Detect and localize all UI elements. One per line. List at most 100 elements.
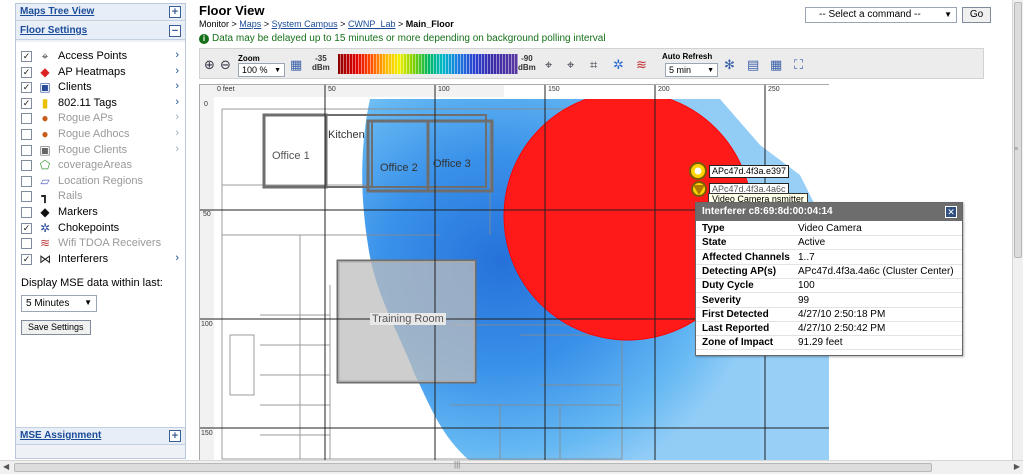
save-settings-button[interactable]: Save Settings	[21, 320, 91, 335]
scroll-grip-icon: |||	[454, 460, 461, 469]
auto-refresh-select[interactable]: 5 min ▼	[665, 63, 718, 77]
layer-label: Rogue APs	[58, 112, 114, 125]
maps-tree-view-header[interactable]: Maps Tree View +	[16, 4, 185, 21]
go-button[interactable]: Go	[962, 7, 991, 23]
layer-checkbox[interactable]: ✓	[21, 222, 32, 234]
region-icon: ▱	[40, 173, 50, 188]
layer-coverageareas[interactable]: ⬠ coverageAreas	[21, 158, 183, 173]
mse-assignment-link[interactable]: MSE Assignment	[20, 430, 101, 441]
vertical-scrollbar[interactable]: ≡	[1012, 0, 1023, 460]
chokepoint-filter-icon[interactable]: ✲	[613, 57, 624, 73]
layer-rails[interactable]: ┓ Rails	[21, 189, 183, 204]
layer-rogue-aps[interactable]: ● Rogue APs ›	[21, 111, 183, 126]
layer-checkbox[interactable]: ✓	[21, 253, 32, 265]
scroll-left-icon[interactable]: ◀	[3, 462, 9, 471]
layer-location-regions[interactable]: ▱ Location Regions	[21, 174, 183, 189]
rogue-filter-icon[interactable]: ≋	[636, 57, 647, 73]
layer-rogue-clients[interactable]: ▣ Rogue Clients ›	[21, 143, 183, 158]
breadcrumb-maps[interactable]: Maps	[239, 19, 261, 29]
layer-checkbox[interactable]	[21, 191, 32, 203]
dropdown-arrow-icon: ▼	[944, 10, 952, 19]
popup-row-value: 4/27/10 2:50:42 PM	[798, 323, 886, 335]
layer-checkbox[interactable]	[21, 160, 32, 172]
layer-checkbox[interactable]	[21, 113, 32, 125]
refresh-icon[interactable]: ✻	[724, 57, 735, 73]
client-filter-icon[interactable]: ⌖	[567, 57, 574, 73]
export-icon[interactable]: ▦	[770, 57, 782, 73]
popup-row: Detecting AP(s) APc47d.4f3a.4a6c (Cluster…	[696, 265, 962, 279]
layer-checkbox[interactable]	[21, 238, 32, 250]
chevron-right-icon[interactable]: ›	[175, 127, 179, 139]
breadcrumb-campus[interactable]: System Campus	[272, 19, 338, 29]
layer-rogue-adhocs[interactable]: ● Rogue Adhocs ›	[21, 127, 183, 142]
layer-checkbox[interactable]: ✓	[21, 82, 32, 94]
mse-timeframe-select[interactable]: 5 Minutes ▼	[21, 295, 97, 312]
chevron-right-icon[interactable]: ›	[175, 143, 179, 155]
auto-refresh-label: Auto Refresh	[662, 52, 713, 61]
layer-checkbox[interactable]	[21, 144, 32, 156]
collapse-icon[interactable]: −	[169, 25, 181, 37]
zoom-out-icon[interactable]: ⊖	[220, 57, 231, 73]
horizontal-scrollbar[interactable]: ◀ ||| ▶	[0, 460, 1023, 474]
layer-markers[interactable]: ◆ Markers	[21, 205, 183, 220]
zoom-label: Zoom	[238, 54, 260, 63]
vertical-scroll-thumb[interactable]	[1014, 2, 1022, 258]
expand-icon[interactable]: +	[169, 6, 181, 18]
chevron-right-icon[interactable]: ›	[175, 96, 179, 108]
chevron-right-icon[interactable]: ›	[175, 65, 179, 77]
layer-ap-heatmaps[interactable]: ✓ ◆ AP Heatmaps ›	[21, 65, 183, 80]
scroll-right-icon[interactable]: ▶	[1014, 462, 1020, 471]
popup-row-value: APc47d.4f3a.4a6c (Cluster Center)	[798, 265, 954, 277]
layer-clients[interactable]: ✓ ▣ Clients ›	[21, 80, 183, 95]
fullscreen-icon[interactable]: ⛶	[794, 57, 803, 73]
chevron-right-icon[interactable]: ›	[175, 80, 179, 92]
command-select[interactable]: -- Select a command -- ▼	[805, 7, 957, 23]
heatmap-icon: ◆	[40, 64, 50, 79]
mse-assignment-header[interactable]: MSE Assignment +	[16, 428, 185, 445]
popup-row-key: Type	[702, 223, 725, 234]
floor-settings-header[interactable]: Floor Settings −	[16, 23, 185, 40]
maps-tree-view-link[interactable]: Maps Tree View	[20, 6, 94, 17]
popup-row-key: Last Reported	[702, 323, 770, 335]
layer-chokepoints[interactable]: ✓ ✲ Chokepoints	[21, 221, 183, 236]
ruler-y-label: 100	[201, 321, 213, 328]
horizontal-scroll-thumb[interactable]	[14, 463, 932, 472]
zoom-in-icon[interactable]: ⊕	[204, 57, 215, 73]
expand-icon[interactable]: +	[169, 430, 181, 442]
tag-filter-icon[interactable]: ⌗	[590, 57, 597, 73]
layer-checkbox[interactable]	[21, 207, 32, 218]
layer-802-11-tags[interactable]: ✓ ▮ 802.11 Tags ›	[21, 96, 183, 111]
ap-marker-e397[interactable]	[689, 162, 707, 180]
grid-icon[interactable]: ▦	[290, 57, 302, 73]
chevron-right-icon[interactable]: ›	[175, 252, 179, 264]
layer-checkbox[interactable]: ✓	[21, 97, 32, 109]
ap-label-e397[interactable]: APc47d.4f3a.e397	[709, 165, 790, 178]
close-icon[interactable]: ✕	[945, 206, 957, 218]
layer-checkbox[interactable]	[21, 175, 32, 187]
ruler-x-label: 50	[328, 86, 336, 93]
breadcrumb-lab[interactable]: CWNP_Lab	[348, 19, 396, 29]
zoom-value: 100 %	[242, 65, 268, 75]
mse-display-label: Display MSE data within last:	[21, 277, 163, 289]
print-icon[interactable]: ▤	[747, 57, 759, 73]
ap-icon: ⌖	[41, 49, 49, 63]
chevron-right-icon[interactable]: ›	[175, 111, 179, 123]
zoom-select[interactable]: 100 % ▼	[238, 63, 285, 77]
layer-checkbox[interactable]	[21, 129, 32, 140]
layer-checkbox[interactable]: ✓	[21, 66, 32, 78]
layer-checkbox[interactable]: ✓	[21, 51, 32, 62]
floor-settings-link[interactable]: Floor Settings	[20, 25, 87, 36]
layer-access-points[interactable]: ✓ ⌖ Access Points ›	[21, 49, 183, 64]
layer-label: AP Heatmaps	[58, 65, 126, 78]
chevron-right-icon[interactable]: ›	[175, 49, 179, 61]
room-label-training: Training Room	[370, 313, 446, 325]
layer-label: Rogue Clients	[58, 143, 128, 156]
ap-marker-4a6c[interactable]	[691, 181, 707, 197]
layer-label: Rogue Adhocs	[58, 128, 130, 140]
layer-interferers[interactable]: ✓ ⋈ Interferers ›	[21, 252, 183, 267]
room-label-office3: Office 3	[433, 158, 471, 170]
popup-row-key: Zone of Impact	[702, 337, 774, 349]
layer-wifi-tdoa-receivers[interactable]: ≋ Wifi TDOA Receivers	[21, 236, 183, 251]
signal-strength-legend	[338, 54, 518, 74]
ap-filter-icon[interactable]: ⌖	[545, 57, 552, 73]
